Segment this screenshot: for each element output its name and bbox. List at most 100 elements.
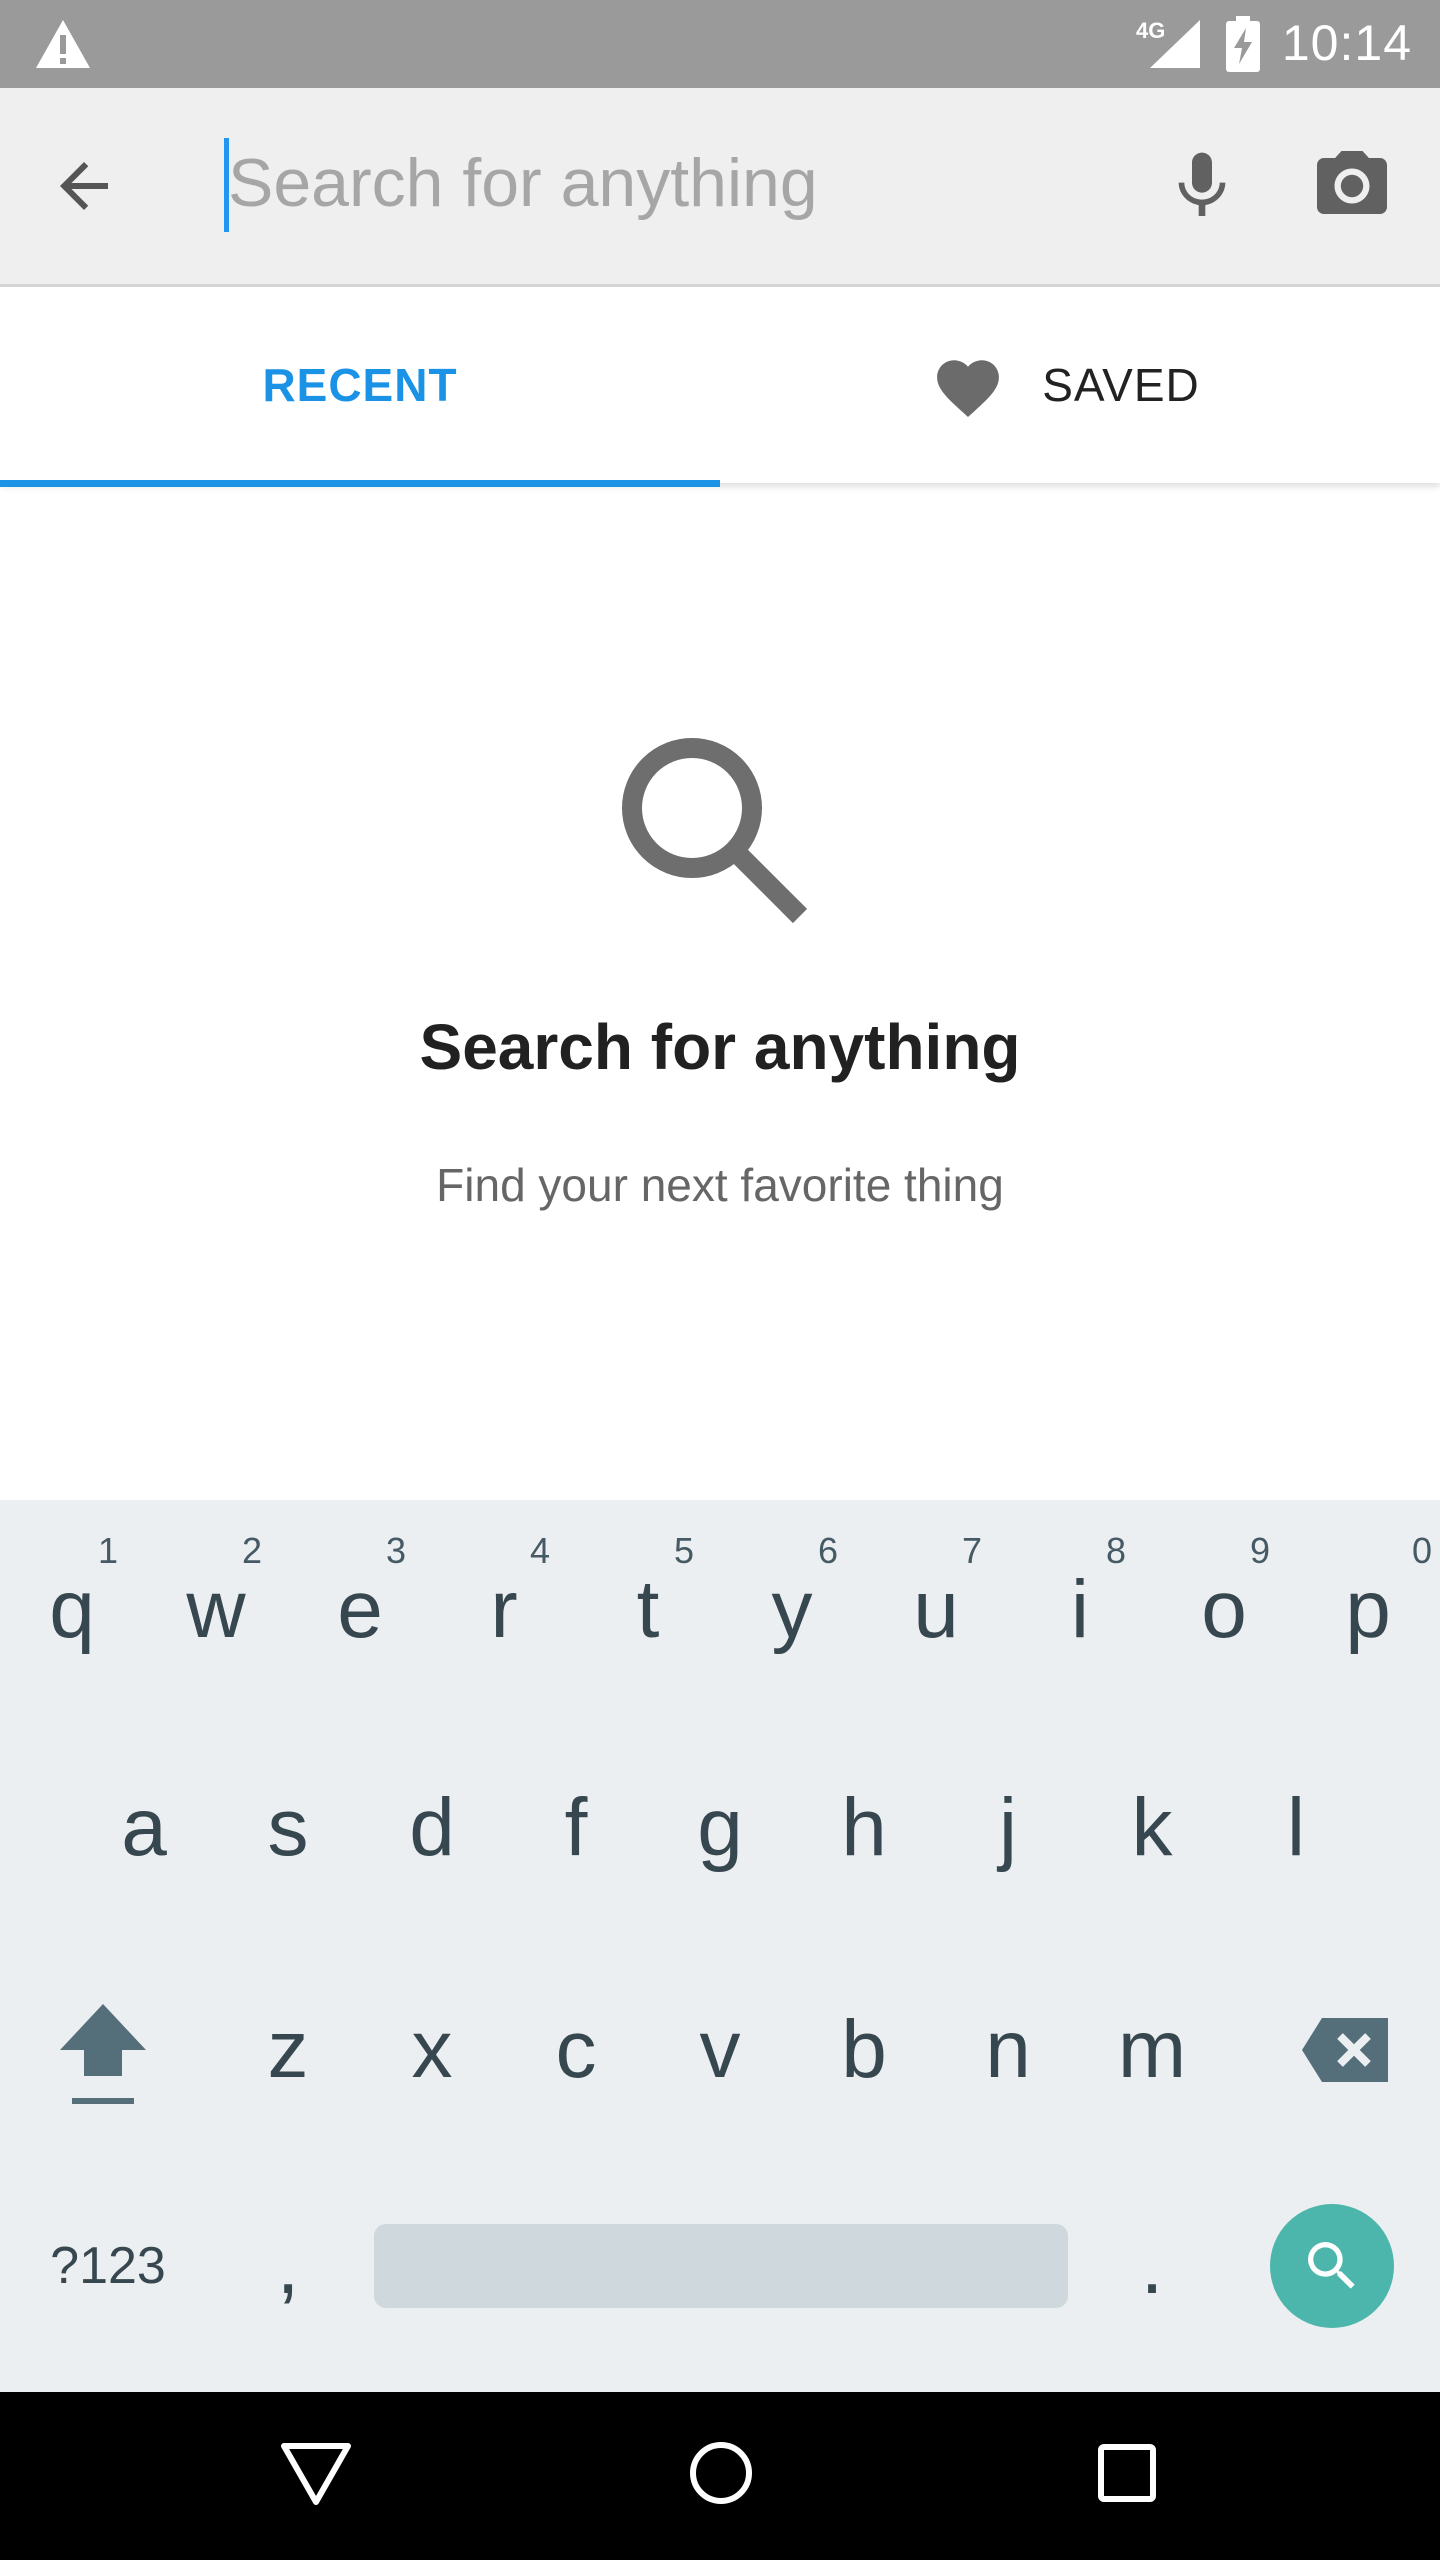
- key-label: q: [49, 1564, 95, 1655]
- key-label: x: [411, 2004, 453, 2095]
- key-label: v: [699, 2004, 741, 2095]
- signal-icon: [1150, 20, 1200, 68]
- key-i[interactable]: i8: [1008, 1510, 1152, 1710]
- navigation-bar: [0, 2392, 1440, 2560]
- symbols-key[interactable]: ?123: [28, 2166, 188, 2366]
- key-hint: 0: [1411, 1530, 1432, 1571]
- key-label: f: [564, 1782, 588, 1873]
- microphone-icon[interactable]: [1162, 146, 1242, 226]
- back-arrow-icon[interactable]: [48, 150, 120, 222]
- status-bar: 4G 10:14: [0, 0, 1440, 88]
- key-hint: 4: [529, 1530, 550, 1571]
- shift-key[interactable]: [28, 1950, 178, 2150]
- key-o[interactable]: o9: [1152, 1510, 1296, 1710]
- key-label: c: [555, 2004, 597, 2095]
- status-time: 10:14: [1281, 15, 1412, 71]
- key-label: a: [121, 1782, 167, 1873]
- key-hint: 1: [97, 1530, 118, 1571]
- key-c[interactable]: c: [504, 1950, 648, 2150]
- camera-icon[interactable]: [1310, 144, 1394, 228]
- key-label: o: [1201, 1564, 1247, 1655]
- search-enter-icon: [1308, 2242, 1355, 2289]
- key-f[interactable]: f: [504, 1728, 648, 1928]
- key-e[interactable]: e3: [288, 1510, 432, 1710]
- key-label: m: [1117, 2004, 1187, 2095]
- battery-charging-icon: [1226, 16, 1260, 72]
- comma-key[interactable]: ,: [216, 2166, 360, 2366]
- key-hint: 5: [673, 1530, 694, 1571]
- backspace-icon: [1302, 2018, 1388, 2082]
- search-toolbar: [0, 88, 1440, 287]
- tab-saved-label: SAVED: [1042, 359, 1200, 411]
- key-label: ?123: [50, 2237, 166, 2295]
- key-n[interactable]: n: [936, 1950, 1080, 2150]
- key-label: r: [490, 1564, 518, 1655]
- key-label: y: [771, 1564, 813, 1655]
- backspace-key[interactable]: [1270, 1950, 1420, 2150]
- key-p[interactable]: p0: [1296, 1510, 1440, 1710]
- key-hint: 3: [385, 1530, 406, 1571]
- key-u[interactable]: u7: [864, 1510, 1008, 1710]
- key-label: u: [913, 1564, 959, 1655]
- key-g[interactable]: g: [648, 1728, 792, 1928]
- key-h[interactable]: h: [792, 1728, 936, 1928]
- key-label: .: [1140, 2220, 1164, 2311]
- key-hint: 2: [241, 1530, 262, 1571]
- key-v[interactable]: v: [648, 1950, 792, 2150]
- shift-icon: [60, 2004, 146, 2104]
- search-enter-key[interactable]: [1270, 2204, 1394, 2328]
- key-hint: 6: [817, 1530, 838, 1571]
- key-label: w: [186, 1564, 246, 1655]
- key-j[interactable]: j: [936, 1728, 1080, 1928]
- key-b[interactable]: b: [792, 1950, 936, 2150]
- key-label: t: [636, 1564, 660, 1655]
- key-r[interactable]: r4: [432, 1510, 576, 1710]
- recents-square-icon[interactable]: [1096, 2442, 1158, 2504]
- key-w[interactable]: w2: [144, 1510, 288, 1710]
- key-m[interactable]: m: [1080, 1950, 1224, 2150]
- text-cursor: [224, 138, 229, 232]
- space-key[interactable]: [374, 2224, 1068, 2308]
- warning-icon: [36, 20, 90, 68]
- empty-state-subtitle: Find your next favorite thing: [436, 1159, 1004, 1211]
- key-label: l: [1286, 1782, 1306, 1873]
- key-label: s: [267, 1782, 309, 1873]
- key-label: i: [1070, 1564, 1090, 1655]
- search-icon: [622, 738, 808, 924]
- key-k[interactable]: k: [1080, 1728, 1224, 1928]
- key-s[interactable]: s: [216, 1728, 360, 1928]
- key-label: p: [1345, 1564, 1391, 1655]
- tab-recent-label: RECENT: [262, 359, 458, 411]
- tab-recent[interactable]: RECENT: [0, 287, 720, 483]
- empty-state-title: Search for anything: [419, 1011, 1021, 1083]
- tab-bar: RECENT SAVED: [0, 287, 1440, 487]
- key-label: h: [841, 1782, 887, 1873]
- period-key[interactable]: .: [1080, 2166, 1224, 2366]
- home-circle-icon[interactable]: [688, 2440, 754, 2506]
- key-hint: 8: [1105, 1530, 1126, 1571]
- key-hint: 7: [961, 1530, 982, 1571]
- key-label: k: [1131, 1782, 1173, 1873]
- tab-saved[interactable]: SAVED: [720, 287, 1440, 483]
- key-label: ,: [276, 2220, 300, 2311]
- key-y[interactable]: y6: [720, 1510, 864, 1710]
- key-q[interactable]: q1: [0, 1510, 144, 1710]
- key-x[interactable]: x: [360, 1950, 504, 2150]
- key-a[interactable]: a: [72, 1728, 216, 1928]
- key-z[interactable]: z: [216, 1950, 360, 2150]
- key-label: b: [841, 2004, 887, 2095]
- key-label: n: [985, 2004, 1031, 2095]
- key-t[interactable]: t5: [576, 1510, 720, 1710]
- key-label: g: [697, 1782, 743, 1873]
- back-triangle-icon[interactable]: [280, 2442, 352, 2506]
- key-hint: 9: [1249, 1530, 1270, 1571]
- active-tab-indicator: [0, 480, 720, 487]
- key-l[interactable]: l: [1224, 1728, 1368, 1928]
- search-input[interactable]: [222, 128, 1128, 238]
- key-label: e: [337, 1564, 383, 1655]
- heart-icon: [937, 360, 1000, 417]
- key-d[interactable]: d: [360, 1728, 504, 1928]
- key-label: z: [267, 2004, 309, 2095]
- key-label: d: [409, 1782, 455, 1873]
- key-label: j: [998, 1782, 1018, 1873]
